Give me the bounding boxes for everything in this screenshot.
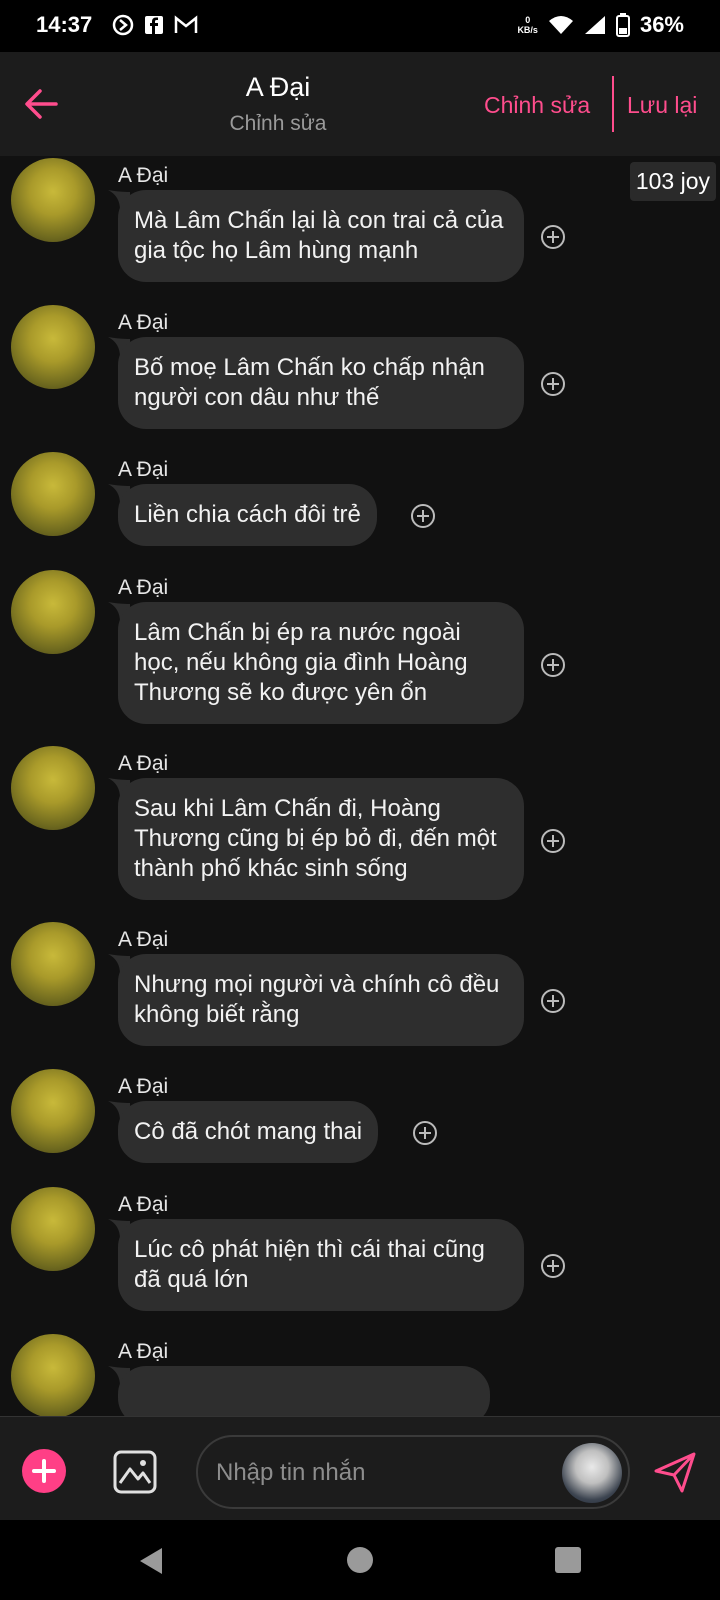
- image-picker-button[interactable]: [112, 1449, 158, 1495]
- message-sender: A Đại: [118, 1193, 169, 1216]
- message-bubble[interactable]: Bố moẹ Lâm Chấn ko chấp nhận người con d…: [118, 337, 524, 429]
- message-sender: A Đại: [118, 1340, 169, 1363]
- message-sender: A Đại: [118, 928, 169, 951]
- avatar[interactable]: [11, 158, 95, 242]
- message-sender: A Đại: [118, 1075, 169, 1098]
- nav-back-icon[interactable]: [138, 1546, 164, 1576]
- message-bubble[interactable]: Nhưng mọi người và chính cô đều không bi…: [118, 954, 524, 1046]
- message-input[interactable]: Nhập tin nhắn: [196, 1435, 630, 1509]
- add-reaction-icon[interactable]: [540, 224, 566, 250]
- system-nav-bar: [0, 1520, 720, 1600]
- plus-icon: [32, 1459, 56, 1483]
- avatar[interactable]: [11, 1187, 95, 1271]
- add-reaction-icon[interactable]: [410, 503, 436, 529]
- message-input-bar: Nhập tin nhắn: [0, 1416, 720, 1520]
- battery-icon: [615, 13, 630, 37]
- network-speed-unit: KB/s: [517, 25, 538, 35]
- message-sender: A Đại: [118, 164, 169, 187]
- message-sender: A Đại: [118, 458, 169, 481]
- message-bubble[interactable]: Cô đã chót mang thai: [118, 1101, 379, 1163]
- send-icon: [654, 1452, 696, 1493]
- chat-subtitle: Chỉnh sửa: [229, 112, 327, 135]
- status-time: 14:37: [36, 12, 93, 37]
- network-speed: 0 KB/s: [517, 15, 538, 35]
- avatar[interactable]: [11, 746, 95, 830]
- send-button[interactable]: [652, 1449, 698, 1495]
- facebook-icon: [145, 16, 163, 34]
- message-bubble[interactable]: Mà Lâm Chấn lại là con trai cả của gia t…: [118, 190, 524, 282]
- notification-app-icon: [112, 14, 134, 36]
- battery-percent: 36%: [639, 12, 684, 37]
- joy-badge: 103 joy: [629, 162, 716, 201]
- image-icon: [113, 1450, 157, 1494]
- avatar[interactable]: [11, 922, 95, 1006]
- status-bar: 14:37 0 KB/s 36%: [0, 0, 720, 52]
- app-header: A Đại Chỉnh sửa Chỉnh sửa Lưu lại: [0, 52, 720, 156]
- add-reaction-icon[interactable]: [412, 1120, 438, 1146]
- nav-recents-icon[interactable]: [554, 1546, 582, 1574]
- network-speed-value: 0: [525, 15, 531, 25]
- avatar[interactable]: [11, 570, 95, 654]
- edit-button[interactable]: Chỉnh sửa: [484, 92, 590, 119]
- add-reaction-icon[interactable]: [540, 1253, 566, 1279]
- add-reaction-icon[interactable]: [540, 652, 566, 678]
- system-icons: 0 KB/s 36%: [517, 12, 684, 38]
- message-bubble[interactable]: Lâm Chấn bị ép ra nước ngoài học, nếu kh…: [118, 602, 524, 724]
- message-bubble[interactable]: Lúc cô phát hiện thì cái thai cũng đã qu…: [118, 1219, 524, 1311]
- cell-signal-icon: [584, 16, 605, 34]
- save-button[interactable]: Lưu lại: [627, 92, 697, 119]
- chat-area[interactable]: 103 joy A Đại Mà Lâm Chấn lại là con tra…: [0, 156, 720, 1416]
- chat-title: A Đại: [245, 72, 311, 102]
- add-reaction-icon[interactable]: [540, 988, 566, 1014]
- wifi-icon: [548, 16, 573, 34]
- message-bubble[interactable]: Liền chia cách đôi trẻ: [118, 484, 377, 546]
- add-reaction-icon[interactable]: [540, 828, 566, 854]
- message-bubble[interactable]: Sau khi Lâm Chấn đi, Hoàng Thương cũng b…: [118, 778, 524, 900]
- avatar[interactable]: [11, 452, 95, 536]
- message-sender: A Đại: [118, 311, 169, 334]
- user-avatar[interactable]: [562, 1443, 622, 1503]
- gmail-icon: [174, 15, 198, 33]
- header-divider: [612, 76, 614, 132]
- avatar[interactable]: [11, 1334, 95, 1416]
- message-input-placeholder: Nhập tin nhắn: [216, 1459, 366, 1486]
- add-reaction-icon[interactable]: [540, 371, 566, 397]
- notification-icons: [112, 14, 198, 36]
- avatar[interactable]: [11, 305, 95, 389]
- avatar[interactable]: [11, 1069, 95, 1153]
- message-bubble[interactable]: [118, 1366, 490, 1416]
- nav-home-icon[interactable]: [346, 1546, 374, 1574]
- add-attachment-button[interactable]: [22, 1449, 66, 1493]
- message-sender: A Đại: [118, 576, 169, 599]
- message-sender: A Đại: [118, 752, 169, 775]
